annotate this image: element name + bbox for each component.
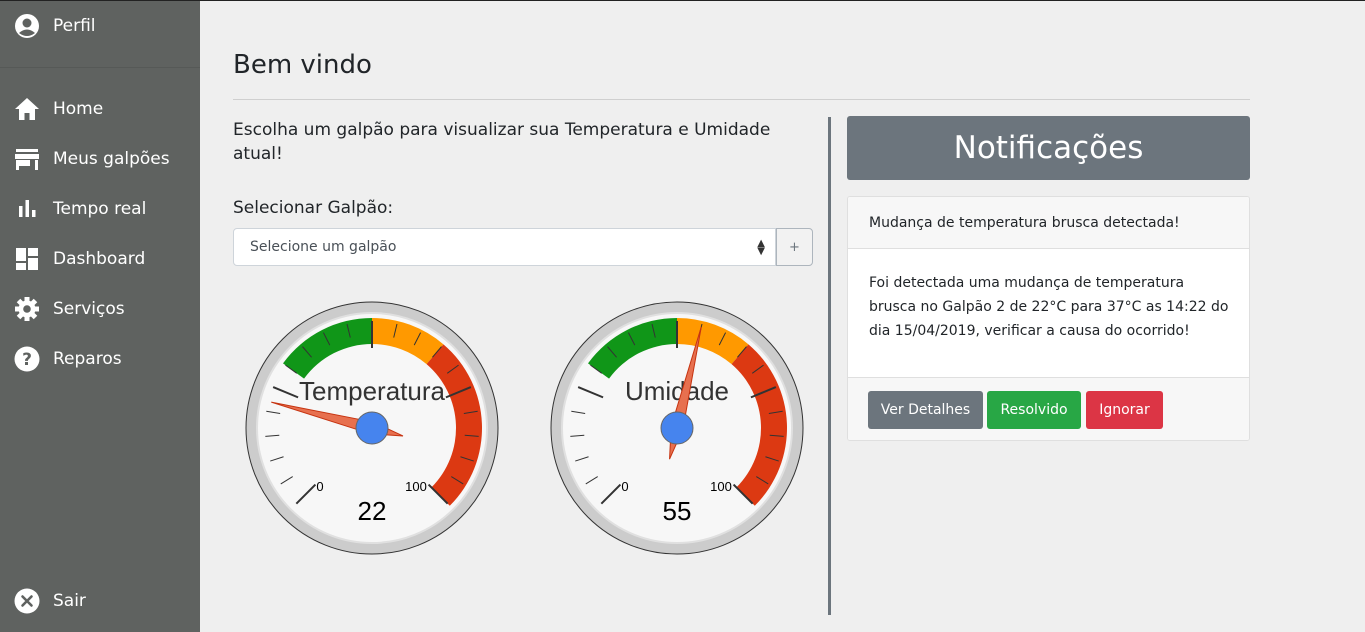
galpao-select[interactable]: Selecione um galpão ▲ ▼	[233, 228, 776, 266]
gauge-max-label: 100	[710, 479, 732, 494]
sidebar-item-home[interactable]: Home	[0, 89, 200, 129]
gear-icon	[13, 295, 41, 323]
sidebar-item-label: Home	[53, 99, 104, 119]
sidebar-item-label: Sair	[53, 591, 86, 611]
sidebar-item-label: Perfil	[53, 16, 96, 36]
sidebar-item-sair[interactable]: Sair	[0, 581, 200, 621]
resolved-button[interactable]: Resolvido	[987, 391, 1081, 429]
window-top-border	[0, 0, 1365, 1]
page-title: Bem vindo	[233, 50, 372, 80]
sidebar-item-dashboard[interactable]: Dashboard	[0, 239, 200, 279]
notification-card: Mudança de temperatura brusca detectada!…	[847, 196, 1250, 441]
ignore-button[interactable]: Ignorar	[1086, 391, 1163, 429]
sidebar-item-profile[interactable]: Perfil	[0, 6, 200, 46]
gauge-min-label: 0	[621, 479, 628, 494]
gauge-value: 22	[358, 496, 387, 526]
sidebar-item-label: Dashboard	[53, 249, 146, 269]
svg-text:?: ?	[22, 350, 32, 370]
sidebar-item-servicos[interactable]: Serviços	[0, 289, 200, 329]
bar-chart-icon	[13, 195, 41, 223]
intro-text: Escolha um galpão para visualizar sua Te…	[233, 120, 771, 164]
help-icon: ?	[13, 345, 41, 373]
gauge-title: Temperatura	[299, 376, 445, 406]
temperature-gauge: 0 100 Temperatura 22	[245, 301, 499, 555]
dashboard-icon	[13, 245, 41, 273]
notifications-header: Notificações	[847, 116, 1250, 180]
gauge-min-label: 0	[316, 479, 323, 494]
select-label: Selecionar Galpão:	[233, 198, 394, 218]
notification-actions: Ver Detalhes Resolvido Ignorar	[848, 377, 1249, 440]
add-galpao-button[interactable]: +	[776, 228, 813, 266]
humidity-gauge: 0 100 Umidade 55	[550, 301, 804, 555]
notification-title: Mudança de temperatura brusca detectada!	[848, 197, 1249, 249]
details-button[interactable]: Ver Detalhes	[868, 391, 983, 429]
sidebar-item-meus-galpoes[interactable]: Meus galpões	[0, 139, 200, 179]
user-circle-icon	[13, 12, 41, 40]
select-arrows-icon: ▲ ▼	[757, 238, 765, 257]
home-icon	[13, 95, 41, 123]
gauge-needle-hub	[660, 411, 694, 445]
sidebar-item-label: Serviços	[53, 299, 125, 319]
sidebar: Perfil Home Meus galpões Tempo real Dash…	[0, 1, 200, 632]
gauge-max-label: 100	[405, 479, 427, 494]
sidebar-item-label: Meus galpões	[53, 149, 170, 169]
notification-body: Foi detectada uma mudança de temperatura…	[869, 275, 1229, 339]
title-divider	[233, 99, 1250, 100]
gauge-value: 55	[663, 496, 692, 526]
galpao-select-value: Selecione um galpão	[250, 239, 397, 255]
vertical-divider	[828, 117, 831, 615]
sidebar-item-label: Reparos	[53, 349, 122, 369]
gauge-title: Umidade	[625, 376, 729, 406]
close-circle-icon	[13, 587, 41, 615]
sidebar-item-tempo-real[interactable]: Tempo real	[0, 189, 200, 229]
sidebar-divider	[0, 67, 200, 68]
sidebar-item-reparos[interactable]: ? Reparos	[0, 339, 200, 379]
store-icon	[13, 145, 41, 173]
sidebar-item-label: Tempo real	[53, 199, 147, 219]
gauge-needle-hub	[355, 411, 389, 445]
